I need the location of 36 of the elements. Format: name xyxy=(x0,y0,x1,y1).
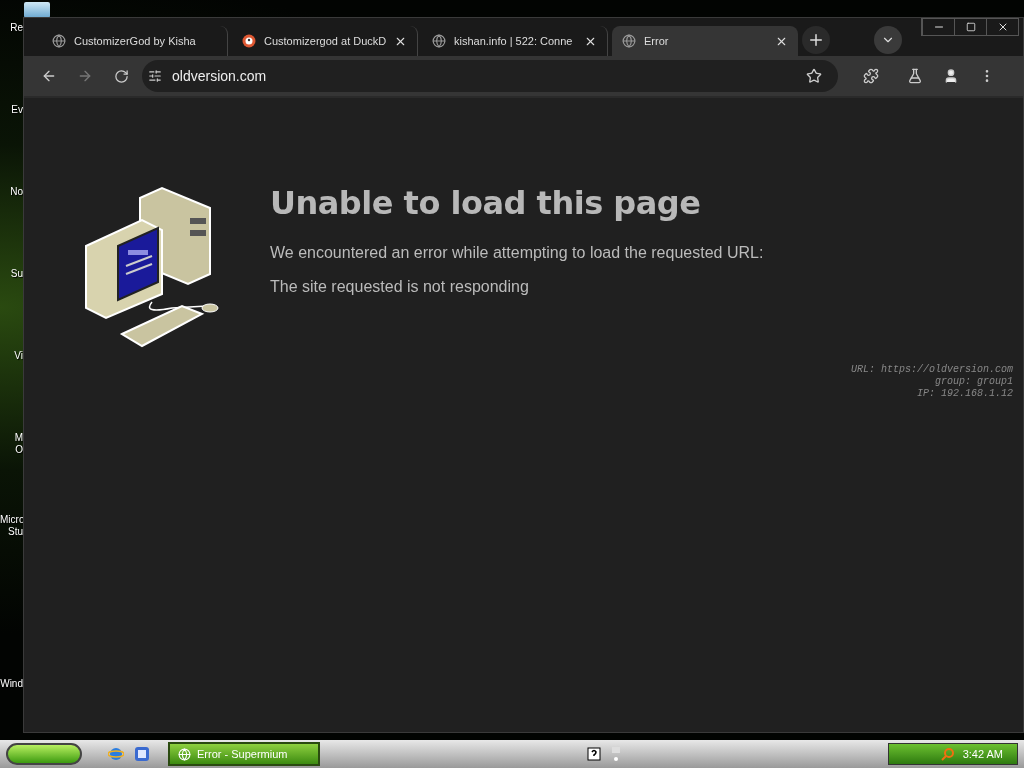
desktop-icon-label[interactable]: M O xyxy=(0,432,23,456)
browser-tab[interactable]: Error xyxy=(612,26,798,56)
site-settings-icon[interactable] xyxy=(148,69,162,83)
desktop-icon-label[interactable]: Ev xyxy=(0,104,23,116)
error-message: We encountered an error while attempting to load the requested URL: xyxy=(270,244,764,262)
error-title: Unable to load this page xyxy=(270,184,702,222)
puzzle-icon[interactable] xyxy=(863,68,879,84)
new-tab-button[interactable] xyxy=(802,26,830,54)
desktop-icon-label[interactable]: Su xyxy=(0,268,23,280)
desktop-icon[interactable] xyxy=(24,2,50,18)
bookmark-star-icon[interactable] xyxy=(806,68,822,84)
error-reason: The site requested is not responding xyxy=(270,278,530,296)
globe-icon xyxy=(622,34,636,48)
desktop-icon-label[interactable]: Wind xyxy=(0,678,23,690)
duck-icon xyxy=(242,34,256,48)
desktop-icon-label[interactable]: No xyxy=(0,186,23,198)
maximize-icon[interactable] xyxy=(965,22,976,32)
profile-icon[interactable] xyxy=(943,68,959,84)
desktop-icon-label[interactable]: Vi xyxy=(0,350,23,362)
browser-icon[interactable] xyxy=(108,746,124,762)
error-detail: URL: https://oldversion.com xyxy=(850,364,1013,376)
error-detail: IP: 192.168.1.12 xyxy=(917,388,1013,400)
arrow-right-icon[interactable] xyxy=(77,68,93,84)
address-bar[interactable]: oldversion.com xyxy=(142,60,838,92)
globe-icon xyxy=(52,34,66,48)
plus-icon[interactable] xyxy=(807,31,825,49)
flask-icon[interactable] xyxy=(907,68,923,84)
reload-icon[interactable] xyxy=(113,68,129,84)
globe-icon xyxy=(432,34,446,48)
desktop-icon-label[interactable]: Re xyxy=(0,22,23,34)
start-button[interactable] xyxy=(6,743,82,765)
clock[interactable]: 3:42 AM xyxy=(962,748,1003,760)
error-detail: group: group1 xyxy=(935,376,1013,388)
document-icon[interactable] xyxy=(134,746,150,762)
globe-icon[interactable] xyxy=(178,747,191,761)
help-icon[interactable] xyxy=(587,747,601,761)
